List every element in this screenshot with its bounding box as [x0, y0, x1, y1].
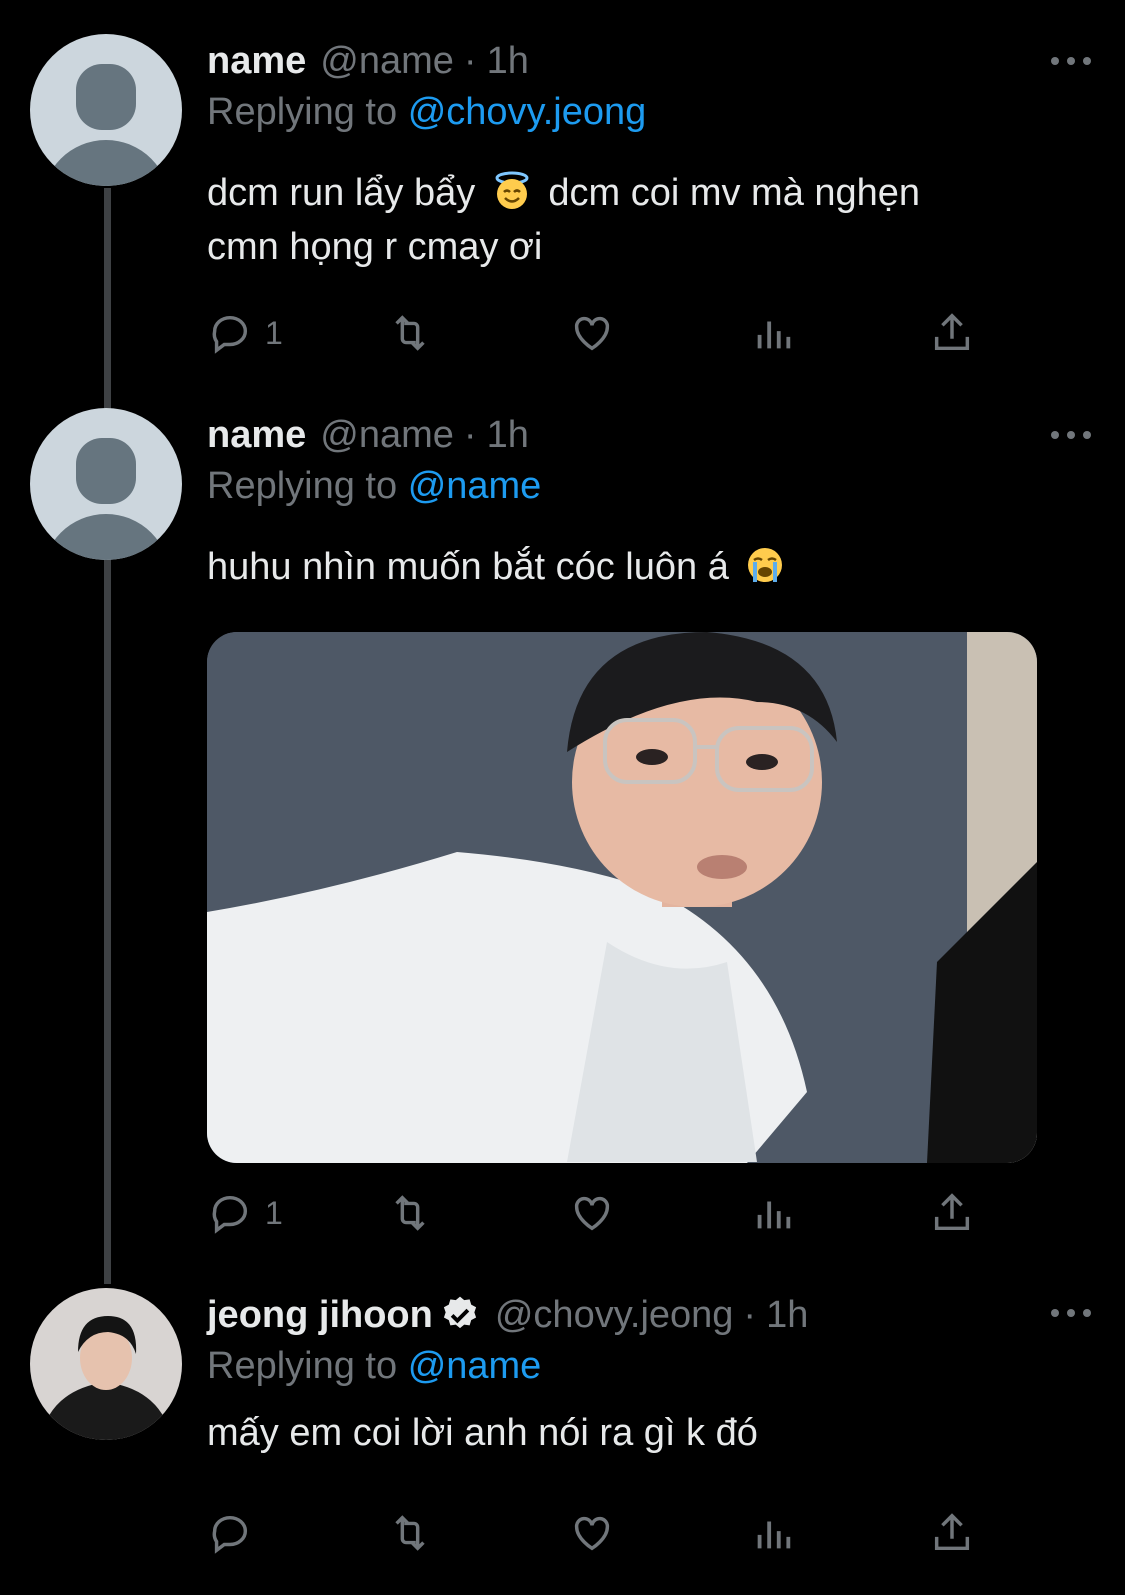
tweet-actions — [207, 1508, 987, 1558]
photo-image — [207, 632, 1037, 1163]
verified-badge-icon — [443, 1296, 476, 1329]
analytics-button[interactable] — [750, 1508, 796, 1558]
tweet-actions: 1 — [207, 308, 987, 358]
reply-icon — [212, 1195, 248, 1234]
tweet-header: jeong jihoon @chovy.jeong · 1h — [207, 1288, 808, 1342]
tweet-actions: 1 — [207, 1188, 987, 1238]
profile-photo — [30, 1288, 182, 1440]
share-button[interactable] — [929, 1508, 975, 1558]
mention-link[interactable]: @chovy.jeong — [408, 91, 647, 133]
retweet-button[interactable] — [387, 1508, 433, 1558]
tweet-text: dcm run lẩy bẩy dcm coi mv mà nghẹn cmn … — [207, 171, 921, 268]
handle[interactable]: @chovy.jeong — [495, 1288, 734, 1342]
avatar[interactable] — [30, 408, 182, 560]
reply-icon — [212, 315, 248, 354]
share-button[interactable] — [929, 308, 975, 358]
replying-to: Replying to @chovy.jeong — [207, 91, 647, 133]
smiling-face-with-halo-icon — [495, 171, 529, 209]
like-button[interactable] — [569, 1188, 615, 1238]
display-name[interactable]: name — [207, 408, 306, 462]
handle[interactable]: @name — [320, 408, 454, 462]
reply-button[interactable]: 1 — [207, 1188, 283, 1238]
handle[interactable]: @name — [320, 34, 454, 88]
analytics-icon — [757, 1521, 791, 1549]
reply-count: 1 — [265, 1194, 283, 1231]
tweet-text: huhu nhìn muốn bắt cóc luôn á — [207, 540, 791, 594]
analytics-icon — [757, 321, 791, 349]
more-icon[interactable] — [1051, 54, 1091, 68]
separator: · — [743, 1294, 757, 1336]
timestamp[interactable]: 1h — [487, 408, 529, 462]
loudly-crying-face-icon — [748, 548, 783, 582]
timestamp[interactable]: 1h — [487, 34, 529, 88]
separator: · — [463, 40, 477, 82]
analytics-icon — [757, 1201, 791, 1229]
thread-line — [104, 188, 111, 1284]
replying-to: Replying to @name — [207, 465, 542, 507]
like-icon — [574, 1516, 610, 1551]
tweet-header: name @name · 1h — [207, 408, 529, 462]
like-icon — [574, 1196, 610, 1231]
share-icon — [934, 1513, 970, 1551]
like-button[interactable] — [569, 1508, 615, 1558]
reply-button[interactable]: 1 — [207, 308, 283, 358]
tweet-photo[interactable] — [207, 632, 1037, 1163]
retweet-icon — [395, 1515, 425, 1551]
tweet-header: name @name · 1h — [207, 34, 529, 88]
timestamp[interactable]: 1h — [766, 1288, 808, 1342]
analytics-button[interactable] — [750, 308, 796, 358]
avatar[interactable] — [30, 34, 182, 186]
retweet-button[interactable] — [387, 1188, 433, 1238]
more-icon[interactable] — [1051, 1306, 1091, 1320]
analytics-button[interactable] — [750, 1188, 796, 1238]
mention-link[interactable]: @name — [408, 465, 542, 507]
reply-count: 1 — [265, 314, 283, 351]
like-button[interactable] — [569, 308, 615, 358]
replying-to: Replying to @name — [207, 1345, 542, 1387]
display-name[interactable]: name — [207, 34, 306, 88]
reply-icon — [212, 1515, 248, 1554]
retweet-button[interactable] — [387, 308, 433, 358]
share-icon — [934, 313, 970, 351]
separator: · — [463, 414, 477, 456]
more-icon[interactable] — [1051, 428, 1091, 442]
share-button[interactable] — [929, 1188, 975, 1238]
mention-link[interactable]: @name — [408, 1345, 542, 1387]
display-name[interactable]: jeong jihoon — [207, 1288, 433, 1342]
share-icon — [934, 1193, 970, 1231]
like-icon — [574, 316, 610, 351]
avatar[interactable] — [30, 1288, 182, 1440]
reply-button[interactable] — [207, 1508, 265, 1558]
retweet-icon — [395, 315, 425, 351]
retweet-icon — [395, 1195, 425, 1231]
tweet-text: mấy em coi lời anh nói ra gì k đó — [207, 1412, 758, 1454]
